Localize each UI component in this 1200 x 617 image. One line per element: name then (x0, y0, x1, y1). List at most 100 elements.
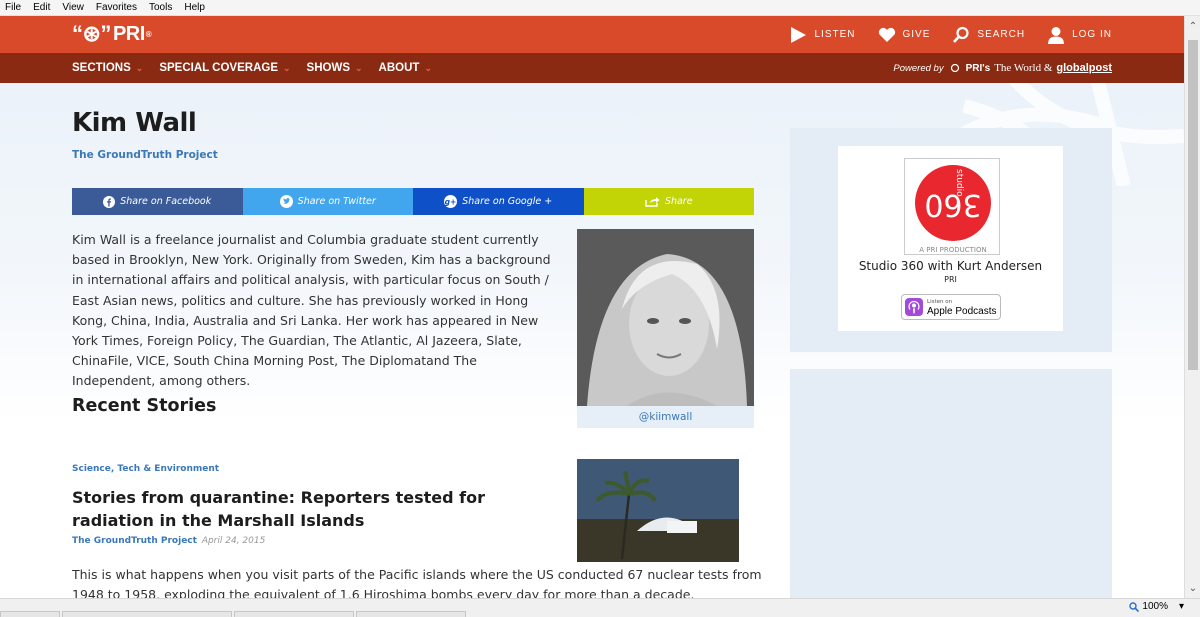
facebook-icon (103, 195, 116, 208)
share-generic-button[interactable]: Share (583, 188, 754, 215)
author-photo-block: @kiimwall (577, 229, 754, 428)
powered-the-world: The World & (994, 62, 1053, 74)
menu-help[interactable]: Help (178, 2, 211, 13)
svg-text:g+: g+ (445, 197, 457, 206)
pri-logo-quote-icon: “⊛” (72, 21, 111, 46)
play-icon (791, 26, 807, 43)
studio360-title[interactable]: Studio 360 with Kurt Andersen (838, 259, 1063, 273)
zoom-icon (1129, 601, 1140, 612)
powered-by[interactable]: Powered by PRI's The World & globalpost (893, 53, 1112, 83)
author-bio: Kim Wall is a freelance journalist and C… (72, 232, 551, 389)
studio360-logo-word: studio (954, 169, 964, 197)
share-twitter-button[interactable]: Share on Twitter (242, 188, 413, 215)
studio360-logo-icon: 360 studio A PRI PRODUCTION (915, 165, 991, 254)
nav-about-label: ABOUT (378, 62, 420, 74)
nav-special-coverage[interactable]: SPECIAL COVERAGE ⌄ (159, 62, 290, 74)
apple-podcasts-big: Apple Podcasts (927, 306, 997, 317)
author-twitter-handle[interactable]: @kiimwall (577, 406, 754, 428)
story-date: April 24, 2015 (201, 536, 266, 546)
nav-sections-label: SECTIONS (72, 62, 131, 74)
nav-about[interactable]: ABOUT ⌄ (379, 62, 432, 74)
zoom-control[interactable]: 100% ▾ (1129, 601, 1184, 612)
nav-sections[interactable]: SECTIONS ⌄ (72, 62, 143, 74)
portrait-illustration (577, 229, 754, 406)
menu-favorites[interactable]: Favorites (90, 2, 143, 13)
google-plus-icon: g+ (444, 195, 458, 208)
user-icon (1048, 26, 1065, 44)
apple-podcasts-button[interactable]: Listen on Apple Podcasts (901, 294, 1001, 320)
pri-mini-logo-icon (950, 64, 959, 72)
search-link[interactable]: SEARCH (952, 26, 1025, 44)
browser-statusbar: 100% ▾ (0, 598, 1200, 617)
share-twitter-label: Share on Twitter (297, 196, 376, 207)
nav-shows-label: SHOWS (306, 62, 350, 74)
browser-menubar: File Edit View Favorites Tools Help (0, 0, 1200, 16)
affiliation-link[interactable]: The GroundTruth Project (72, 149, 218, 161)
scroll-down-icon[interactable]: ⌄ (1185, 580, 1200, 596)
statusbar-tab (62, 611, 232, 617)
menu-tools[interactable]: Tools (143, 2, 178, 13)
share-facebook-label: Share on Facebook (120, 196, 212, 207)
menu-file[interactable]: File (0, 2, 27, 13)
share-icon (645, 197, 660, 207)
statusbar-tabs (0, 611, 466, 617)
apple-podcasts-icon (905, 298, 923, 316)
listen-label: LISTEN (814, 29, 856, 40)
story-source-link[interactable]: The GroundTruth Project (72, 536, 197, 546)
share-facebook-button[interactable]: Share on Facebook (72, 188, 243, 215)
nav-special-coverage-label: SPECIAL COVERAGE (159, 62, 278, 74)
listen-link[interactable]: LISTEN (789, 26, 855, 44)
powered-by-label: Powered by (893, 62, 944, 74)
statusbar-tab (356, 611, 466, 617)
twitter-icon (279, 195, 293, 208)
zoom-dropdown-icon[interactable]: ▾ (1179, 601, 1184, 612)
studio360-production: A PRI PRODUCTION (919, 246, 986, 254)
section-menu: SECTIONS ⌄ SPECIAL COVERAGE ⌄ SHOWS ⌄ ABOUT… (72, 53, 432, 83)
vertical-scrollbar[interactable]: ⌃ ⌄ (1184, 16, 1200, 598)
share-google-label: Share on Google + (462, 196, 553, 207)
statusbar-tab (0, 611, 60, 617)
sidebar-ad-panel (790, 369, 1112, 598)
studio360-logo[interactable]: 360 studio A PRI PRODUCTION (904, 158, 1000, 255)
studio360-logo-number: 360 (924, 187, 981, 222)
login-link[interactable]: LOG IN (1047, 26, 1112, 44)
chevron-down-icon: ⌄ (283, 62, 291, 73)
share-bar: Share on Facebook Share on Twitter g+ Sh… (72, 188, 754, 215)
zoom-level: 100% (1142, 601, 1168, 612)
give-label: GIVE (902, 29, 931, 40)
menu-view[interactable]: View (56, 2, 90, 13)
search-icon (953, 26, 970, 43)
top-links: LISTEN GIVE SEARCH LOG IN (789, 16, 1112, 53)
apple-podcasts-text: Listen on Apple Podcasts (927, 297, 997, 317)
studio360-network: PRI (944, 275, 957, 284)
story-excerpt: This is what happens when you visit part… (72, 567, 762, 598)
chevron-down-icon: ⌄ (355, 62, 363, 73)
heart-icon (878, 27, 895, 42)
recent-stories-heading: Recent Stories (72, 396, 217, 416)
share-generic-label: Share (664, 196, 693, 207)
story-title-link[interactable]: Stories from quarantine: Reporters teste… (72, 486, 572, 532)
give-link[interactable]: GIVE (878, 27, 931, 43)
powered-globalpost: globalpost (1056, 62, 1112, 74)
registered-icon: ® (145, 29, 152, 39)
page-viewport: “⊛” PRI ® LISTEN GIVE SEARCH LOG IN SECT… (0, 16, 1184, 598)
scroll-up-icon[interactable]: ⌃ (1185, 18, 1200, 34)
menu-edit[interactable]: Edit (27, 2, 56, 13)
story-category-link[interactable]: Science, Tech & Environment (72, 464, 219, 474)
story-thumbnail[interactable] (577, 459, 739, 562)
scroll-thumb[interactable] (1188, 40, 1198, 370)
search-label: SEARCH (977, 29, 1026, 40)
pri-logo[interactable]: “⊛” PRI ® (72, 21, 152, 46)
top-navigation: “⊛” PRI ® LISTEN GIVE SEARCH LOG IN (0, 16, 1184, 53)
story-thumbnail-image (577, 459, 739, 562)
chevron-down-icon: ⌄ (135, 62, 144, 73)
powered-pri: PRI's (965, 62, 991, 74)
nav-shows[interactable]: SHOWS ⌄ (307, 62, 363, 74)
pri-logo-text: PRI (112, 22, 145, 45)
story-meta: The GroundTruth Project April 24, 2015 (72, 536, 265, 546)
author-photo (577, 229, 754, 406)
share-google-button[interactable]: g+ Share on Google + (413, 188, 584, 215)
statusbar-tab (234, 611, 354, 617)
login-label: LOG IN (1072, 29, 1112, 40)
chevron-down-icon: ⌄ (424, 62, 432, 73)
